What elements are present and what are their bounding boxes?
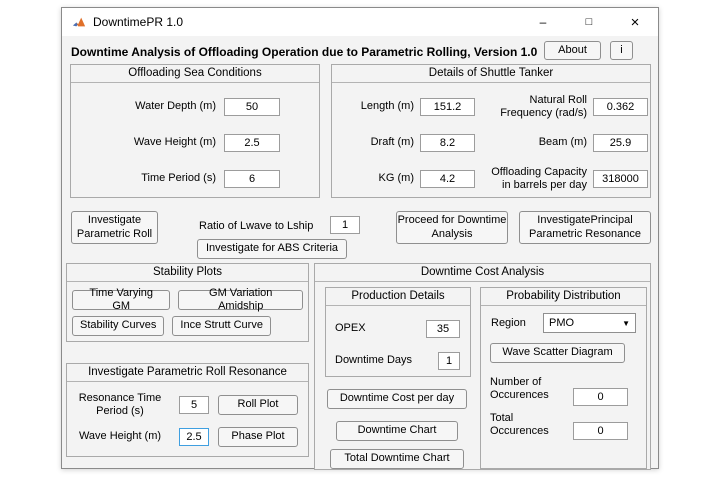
minimize-button[interactable]: – bbox=[520, 8, 566, 36]
draft-input[interactable] bbox=[420, 134, 475, 152]
stability-row-2: Stability Curves Ince Strutt Curve bbox=[72, 316, 303, 336]
downtime-chart-button[interactable]: Downtime Chart bbox=[336, 421, 458, 441]
panel-title: Offloading Sea Conditions bbox=[71, 65, 319, 83]
wave-height-input[interactable] bbox=[224, 134, 280, 152]
beam-input[interactable] bbox=[593, 134, 648, 152]
downtime-days-label: Downtime Days bbox=[326, 354, 438, 367]
offloading-capacity-input[interactable] bbox=[593, 170, 648, 188]
offloading-capacity-label: Offloading Capacity in barrels per day bbox=[487, 166, 587, 192]
panel-title: Downtime Cost Analysis bbox=[315, 264, 650, 282]
number-occurences-input[interactable] bbox=[573, 388, 628, 406]
titlebar[interactable]: DowntimePR 1.0 – □ × bbox=[62, 8, 658, 36]
panel-parametric-roll-resonance: Investigate Parametric Roll Resonance Re… bbox=[66, 363, 309, 457]
stability-curves-button[interactable]: Stability Curves bbox=[72, 316, 164, 336]
panel-title: Production Details bbox=[326, 288, 470, 306]
page-title: Downtime Analysis of Offloading Operatio… bbox=[71, 45, 537, 59]
region-label: Region bbox=[491, 317, 526, 330]
water-depth-row: Water Depth (m) bbox=[71, 89, 319, 125]
panel-title: Details of Shuttle Tanker bbox=[332, 65, 650, 83]
investigate-parametric-roll-button[interactable]: Investigate Parametric Roll bbox=[71, 211, 158, 244]
info-button[interactable]: i bbox=[610, 41, 633, 60]
water-depth-input[interactable] bbox=[224, 98, 280, 116]
roll-plot-button[interactable]: Roll Plot bbox=[218, 395, 298, 415]
length-input[interactable] bbox=[420, 98, 475, 116]
time-period-row: Time Period (s) bbox=[71, 161, 319, 197]
kg-input[interactable] bbox=[420, 170, 475, 188]
time-period-input[interactable] bbox=[224, 170, 280, 188]
panel-downtime-cost-analysis: Downtime Cost Analysis Production Detail… bbox=[314, 263, 651, 470]
ratio-lwave-lship-label: Ratio of Lwave to Lship bbox=[199, 220, 313, 232]
draft-label: Draft (m) bbox=[336, 136, 414, 149]
maximize-button[interactable]: □ bbox=[566, 8, 612, 36]
wave-height-row: Wave Height (m) bbox=[71, 125, 319, 161]
downtime-days-row: Downtime Days bbox=[326, 345, 470, 377]
wave-height-label: Wave Height (m) bbox=[71, 136, 216, 149]
downtime-cost-per-day-button[interactable]: Downtime Cost per day bbox=[327, 389, 467, 409]
downtime-days-input[interactable] bbox=[438, 352, 460, 370]
number-occurences-label: Number of Occurences bbox=[490, 376, 570, 402]
tanker-row-3: KG (m) Offloading Capacity in barrels pe… bbox=[336, 161, 650, 197]
beam-label: Beam (m) bbox=[487, 136, 587, 149]
subpanel-production-details: Production Details OPEX Downtime Days bbox=[325, 287, 471, 377]
wave-scatter-diagram-button[interactable]: Wave Scatter Diagram bbox=[490, 343, 625, 363]
total-occurences-input[interactable] bbox=[573, 422, 628, 440]
time-period-label: Time Period (s) bbox=[71, 172, 216, 185]
panel-shuttle-tanker-details: Details of Shuttle Tanker Length (m) Nat… bbox=[331, 64, 651, 198]
opex-label: OPEX bbox=[326, 322, 426, 335]
water-depth-label: Water Depth (m) bbox=[71, 100, 216, 113]
panel-title: Investigate Parametric Roll Resonance bbox=[67, 364, 308, 382]
app-icon bbox=[71, 14, 87, 30]
natural-roll-frequency-input[interactable] bbox=[593, 98, 648, 116]
about-button[interactable]: About bbox=[544, 41, 601, 60]
investigate-abs-criteria-button[interactable]: Investigate for ABS Criteria bbox=[197, 239, 347, 259]
tanker-row-1: Length (m) Natural Roll Frequency (rad/s… bbox=[336, 89, 650, 125]
ratio-input[interactable] bbox=[330, 216, 360, 234]
ince-strutt-curve-button[interactable]: Ince Strutt Curve bbox=[172, 316, 271, 336]
investigate-principal-resonance-button[interactable]: InvestigatePrincipal Parametric Resonanc… bbox=[519, 211, 651, 244]
resonance-wave-height-input[interactable] bbox=[179, 428, 209, 446]
close-button[interactable]: × bbox=[612, 8, 658, 36]
panel-title: Stability Plots bbox=[67, 264, 308, 282]
resonance-wave-height-label: Wave Height (m) bbox=[67, 430, 173, 443]
window-title: DowntimePR 1.0 bbox=[93, 15, 183, 29]
phase-plot-button[interactable]: Phase Plot bbox=[218, 427, 298, 447]
kg-label: KG (m) bbox=[336, 172, 414, 185]
resonance-time-period-label: Resonance Time Period (s) bbox=[67, 392, 173, 418]
resonance-wave-height-row: Wave Height (m) Phase Plot bbox=[67, 421, 308, 453]
chevron-down-icon: ▼ bbox=[622, 319, 630, 328]
tanker-row-2: Draft (m) Beam (m) bbox=[336, 125, 650, 161]
natural-roll-frequency-label: Natural Roll Frequency (rad/s) bbox=[487, 94, 587, 120]
total-downtime-chart-button[interactable]: Total Downtime Chart bbox=[330, 449, 464, 469]
panel-offloading-sea-conditions: Offloading Sea Conditions Water Depth (m… bbox=[70, 64, 320, 198]
total-occurences-label: Total Occurences bbox=[490, 412, 570, 438]
app-window: DowntimePR 1.0 – □ × Downtime Analysis o… bbox=[61, 7, 659, 469]
length-label: Length (m) bbox=[336, 100, 414, 113]
panel-stability-plots: Stability Plots Time Varying GM GM Varia… bbox=[66, 263, 309, 342]
resonance-time-period-row: Resonance Time Period (s) Roll Plot bbox=[67, 389, 308, 421]
subpanel-probability-distribution: Probability Distribution Region PMO ▼ Wa… bbox=[480, 287, 647, 469]
region-dropdown-value: PMO bbox=[549, 317, 574, 329]
time-varying-gm-button[interactable]: Time Varying GM bbox=[72, 290, 170, 310]
panel-title: Probability Distribution bbox=[481, 288, 646, 306]
resonance-time-period-input[interactable] bbox=[179, 396, 209, 414]
stability-row-1: Time Varying GM GM Variation Amidship bbox=[72, 290, 303, 310]
proceed-downtime-analysis-button[interactable]: Proceed for Downtime Analysis bbox=[396, 211, 508, 244]
caption-buttons: – □ × bbox=[520, 8, 658, 36]
gm-variation-amidship-button[interactable]: GM Variation Amidship bbox=[178, 290, 303, 310]
opex-input[interactable] bbox=[426, 320, 460, 338]
opex-row: OPEX bbox=[326, 313, 470, 345]
region-dropdown[interactable]: PMO ▼ bbox=[543, 313, 636, 333]
